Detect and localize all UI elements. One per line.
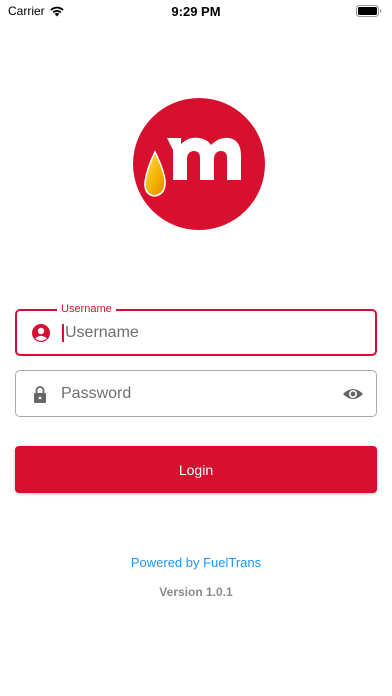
- password-placeholder: Password: [61, 384, 132, 402]
- password-input[interactable]: Password: [61, 371, 336, 416]
- login-button-label: Login: [178, 461, 214, 478]
- status-time: 9:29 PM: [171, 4, 221, 19]
- brand-logo: [133, 98, 265, 230]
- battery-icon: [356, 5, 382, 17]
- status-bar: Carrier 9:29 PM: [0, 0, 392, 24]
- login-button[interactable]: Login: [15, 446, 377, 493]
- eye-icon[interactable]: [342, 386, 364, 402]
- username-placeholder: Username: [65, 323, 139, 341]
- version-label: Version 1.0.1: [159, 585, 233, 599]
- user-circle-icon: [32, 323, 50, 342]
- powered-by-link[interactable]: Powered by FuelTrans: [0, 555, 392, 570]
- password-field[interactable]: Password: [15, 370, 377, 417]
- text-cursor: [62, 323, 64, 342]
- username-input[interactable]: Username: [62, 311, 335, 354]
- lock-icon: [34, 385, 46, 403]
- username-field[interactable]: Username Username: [15, 302, 377, 356]
